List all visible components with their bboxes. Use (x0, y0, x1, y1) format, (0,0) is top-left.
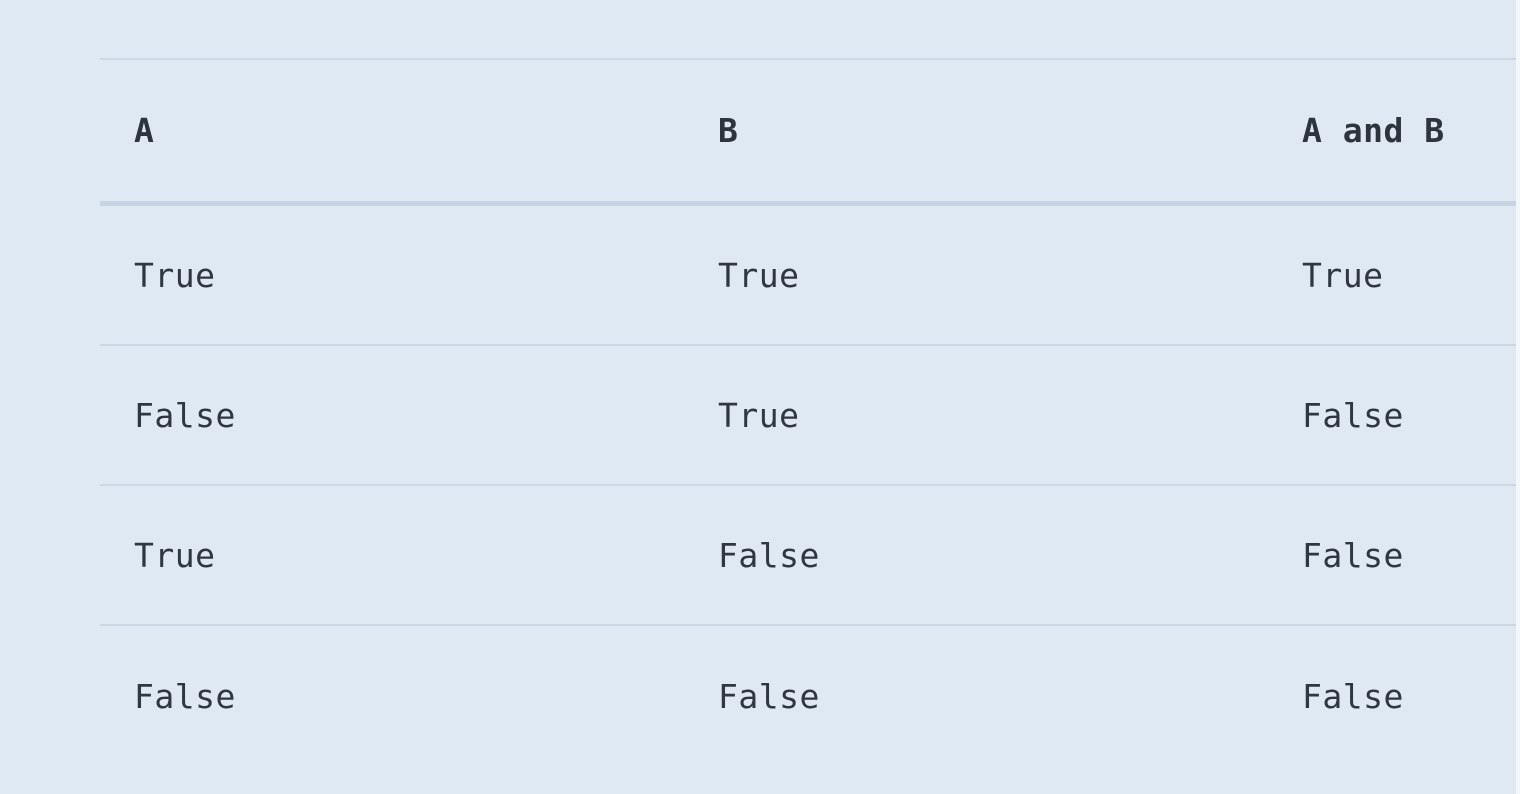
table-cell: False (1302, 395, 1404, 435)
table-cell: True (718, 395, 800, 435)
table-cell: True (718, 255, 800, 295)
table-cell: False (1302, 676, 1404, 716)
table-header-row: A B A and B (100, 60, 1520, 206)
panel-edge (1516, 0, 1520, 794)
table-row: True True True (100, 206, 1520, 346)
table-cell: True (1302, 255, 1384, 295)
table-cell: False (134, 676, 236, 716)
table-cell: False (1302, 535, 1404, 575)
table-cell: False (718, 676, 820, 716)
table-cell: True (134, 535, 216, 575)
table-row: False False False (100, 626, 1520, 766)
column-header-b: B (718, 111, 739, 150)
table-cell: False (134, 395, 236, 435)
table-row: True False False (100, 486, 1520, 626)
truth-table: A B A and B True True True False True Fa… (100, 58, 1520, 766)
table-row: False True False (100, 346, 1520, 486)
column-header-a-and-b: A and B (1302, 111, 1445, 150)
table-cell: True (134, 255, 216, 295)
table-cell: False (718, 535, 820, 575)
content-panel: A B A and B True True True False True Fa… (0, 0, 1520, 794)
column-header-a: A (134, 111, 155, 150)
